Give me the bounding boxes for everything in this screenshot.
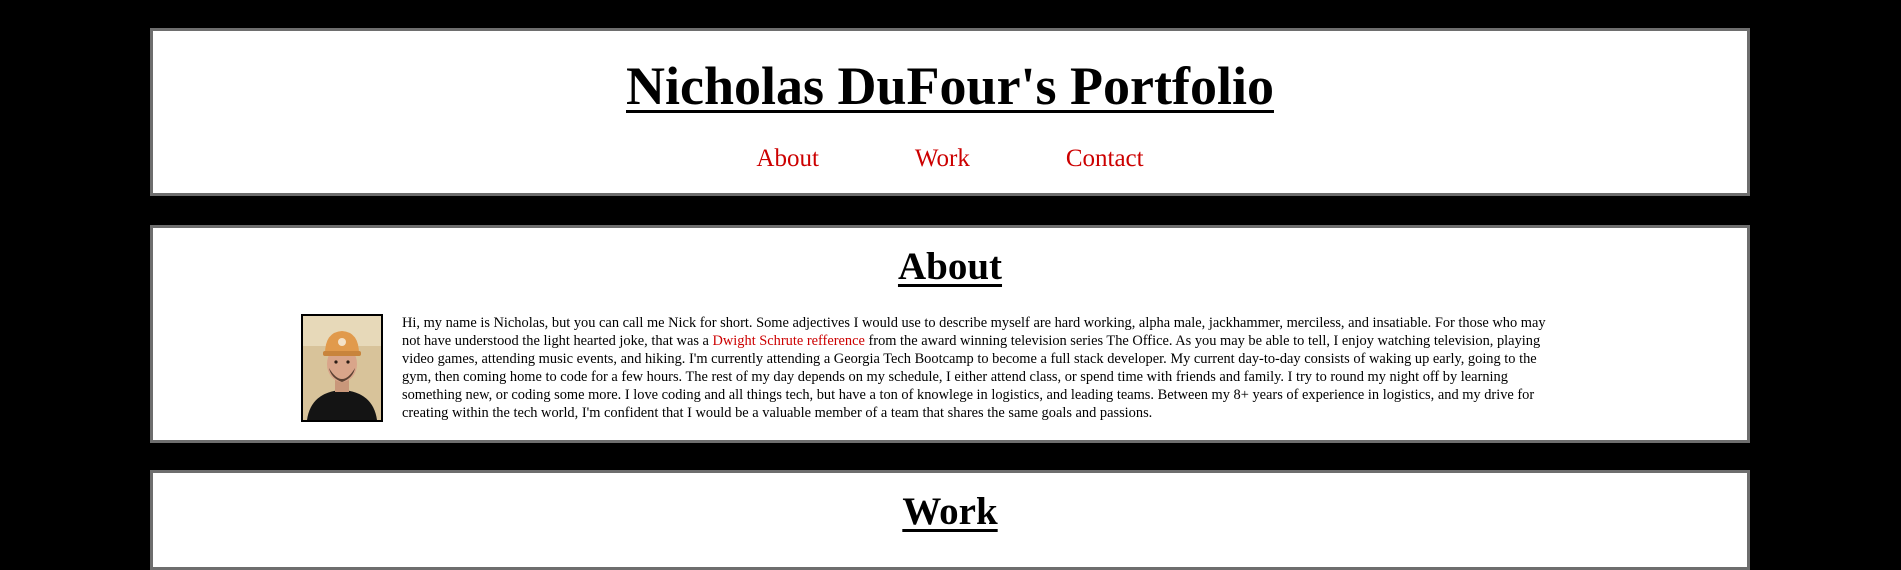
nav-link-contact[interactable]: Contact — [1018, 145, 1192, 173]
profile-photo — [301, 314, 383, 422]
site-title: Nicholas DuFour's Portfolio — [626, 56, 1274, 116]
main-nav: About Work Contact — [153, 145, 1747, 173]
nav-link-work[interactable]: Work — [867, 145, 1018, 173]
profile-photo-image — [303, 316, 381, 420]
about-section: About Hi, my name is Nicholas, but you c… — [150, 225, 1750, 443]
work-heading: Work — [902, 490, 998, 533]
header-panel: Nicholas DuFour's Portfolio About Work C… — [150, 28, 1750, 196]
about-paragraph: Hi, my name is Nicholas, but you can cal… — [402, 314, 1552, 422]
nav-link-about[interactable]: About — [708, 145, 867, 173]
dwight-schrute-link[interactable]: Dwight Schrute refference — [713, 333, 865, 349]
about-heading: About — [897, 245, 1003, 288]
work-section: Work — [150, 470, 1750, 570]
